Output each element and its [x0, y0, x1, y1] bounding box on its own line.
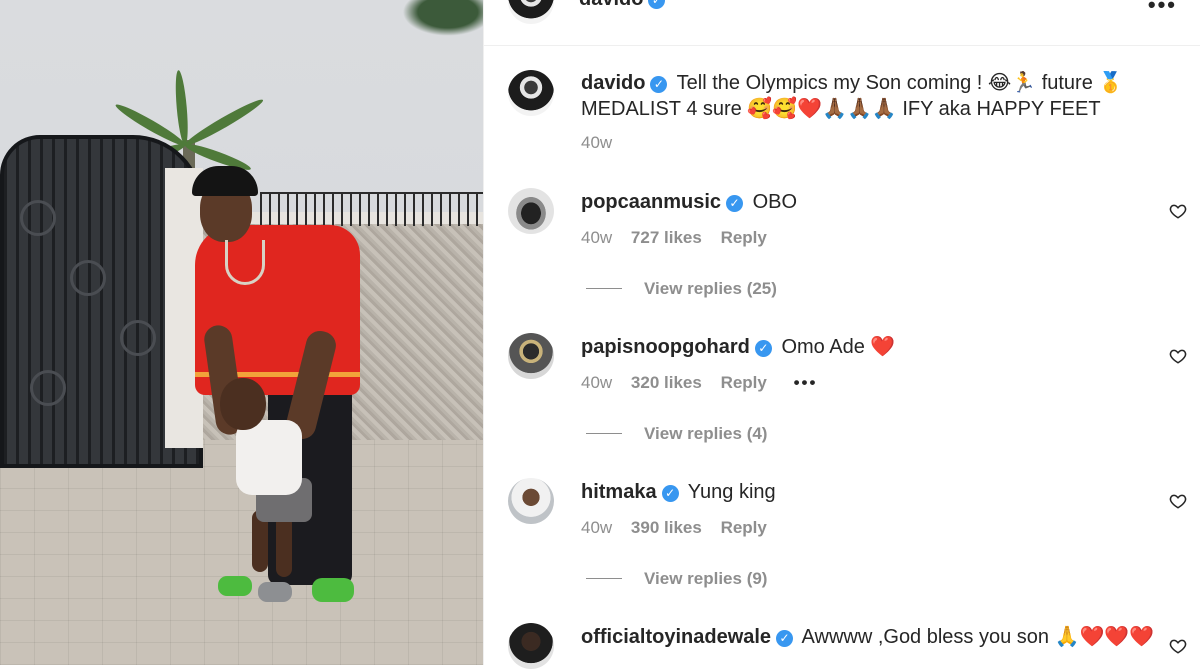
view-replies-label[interactable]: View replies (9) [644, 569, 767, 588]
comment-time[interactable]: 40w [581, 518, 612, 537]
more-horizontal-icon[interactable]: ••• [794, 373, 818, 392]
author-avatar[interactable] [508, 0, 554, 24]
comment-avatar[interactable] [508, 623, 554, 669]
author-username[interactable]: davido ✓ [579, 0, 669, 11]
heart-outline-icon[interactable] [1169, 492, 1187, 510]
more-options-icon[interactable]: ••• [1148, 0, 1177, 18]
child-grey-shoe [258, 582, 292, 602]
caption-username[interactable]: davido [581, 72, 645, 94]
child-head [220, 378, 266, 430]
man-green-slide [312, 578, 354, 602]
black-cap [192, 166, 258, 196]
view-replies-button[interactable]: View replies (9) [586, 569, 767, 589]
comment: hitmaka ✓ Yung king [581, 479, 1161, 505]
replies-divider [586, 433, 622, 434]
verified-badge-icon: ✓ [776, 630, 794, 647]
post-header: davido ✓ ••• [484, 0, 1200, 46]
replies-divider [586, 578, 622, 579]
view-replies-label[interactable]: View replies (4) [644, 424, 767, 443]
gate-ornament [20, 200, 56, 236]
tree-foliage [395, 0, 483, 40]
child-leg [276, 515, 292, 577]
comment-text: Awwww ,God bless you son 🙏❤️❤️❤️ [801, 626, 1155, 648]
view-replies-button[interactable]: View replies (25) [586, 279, 777, 299]
reply-button[interactable]: Reply [721, 228, 767, 247]
comment-text: Omo Ade ❤️ [781, 336, 896, 358]
necklace [225, 240, 265, 285]
comment-meta: 40w 390 likes Reply [581, 518, 781, 538]
reply-button[interactable]: Reply [721, 518, 767, 537]
comment-avatar[interactable] [508, 188, 554, 234]
iron-fence [260, 192, 483, 226]
post-image[interactable] [0, 0, 483, 665]
author-username-text[interactable]: davido [579, 0, 643, 10]
heart-outline-icon[interactable] [1169, 347, 1187, 365]
comment-time[interactable]: 40w [581, 228, 612, 247]
comment-meta: 40w 320 likes Reply ••• [581, 373, 831, 393]
comment-username[interactable]: officialtoyinadewale [581, 626, 771, 648]
view-replies-label[interactable]: View replies (25) [644, 279, 777, 298]
verified-badge-icon: ✓ [661, 485, 679, 502]
verified-badge-icon: ✓ [650, 76, 668, 93]
comment: papisnoopgohard ✓ Omo Ade ❤️ [581, 334, 1161, 360]
gate-ornament [70, 260, 106, 296]
verified-badge-icon: ✓ [754, 340, 772, 357]
caption-avatar[interactable] [508, 70, 554, 116]
reply-button[interactable]: Reply [721, 373, 767, 392]
comment: popcaanmusic ✓ OBO [581, 189, 1161, 215]
caption: davido ✓ Tell the Olympics my Son coming … [581, 70, 1161, 122]
view-replies-button[interactable]: View replies (4) [586, 424, 767, 444]
gate-ornament [120, 320, 156, 356]
child-shirt [236, 420, 302, 495]
child-green-shoe [218, 576, 252, 596]
verified-badge-icon: ✓ [648, 0, 666, 9]
verified-badge-icon: ✓ [726, 195, 744, 212]
gate-ornament [30, 370, 66, 406]
comment-text: OBO [752, 191, 798, 213]
comment-likes[interactable]: 320 likes [631, 373, 702, 392]
palm-leaf [182, 95, 266, 150]
comment-username[interactable]: papisnoopgohard [581, 336, 750, 358]
comment: officialtoyinadewale ✓ Awwww ,God bless y… [581, 624, 1161, 650]
comment-avatar[interactable] [508, 478, 554, 524]
comments-panel: davido✓ ••• davido✓ Tell the Olympics my… [483, 0, 1200, 669]
caption-time[interactable]: 40w [581, 133, 612, 152]
comment-avatar[interactable] [508, 333, 554, 379]
heart-outline-icon[interactable] [1169, 637, 1187, 655]
comment-likes[interactable]: 390 likes [631, 518, 702, 537]
comment-time[interactable]: 40w [581, 373, 612, 392]
comment-username[interactable]: hitmaka [581, 481, 657, 503]
comment-likes[interactable]: 727 likes [631, 228, 702, 247]
comment-meta: 40w 727 likes Reply [581, 228, 781, 248]
heart-outline-icon[interactable] [1169, 202, 1187, 220]
comment-text: Yung king [687, 481, 776, 503]
palm-leaf [173, 69, 190, 146]
comment-username[interactable]: popcaanmusic [581, 191, 721, 213]
caption-meta: 40w [581, 133, 626, 153]
replies-divider [586, 288, 622, 289]
